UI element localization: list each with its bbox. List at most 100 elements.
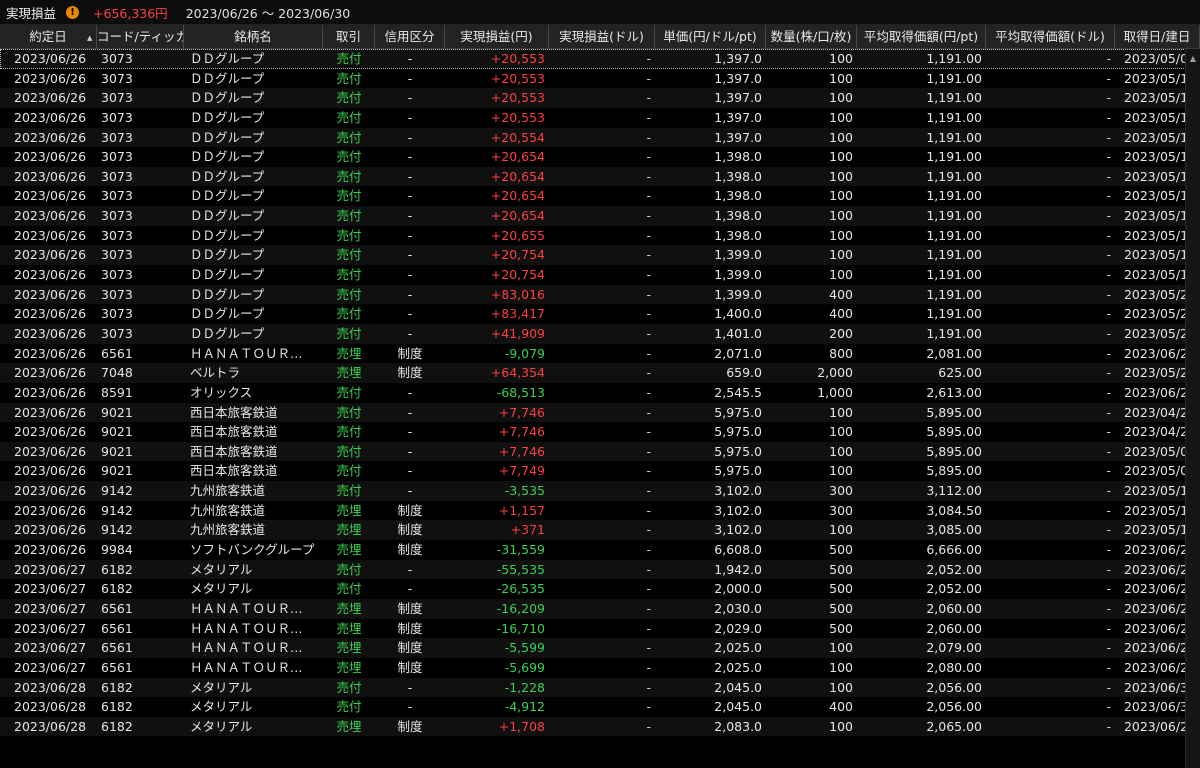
cell-name: 九州旅客鉄道 bbox=[190, 522, 266, 538]
cell-unit-price: 1,398.0 bbox=[714, 227, 762, 243]
cell-unit-price: 1,398.0 bbox=[714, 188, 762, 204]
cell-avg-cost-yen: 5,895.00 bbox=[926, 424, 982, 440]
cell-code: 9142 bbox=[101, 502, 133, 518]
cell-trade-date: 2023/06/26 bbox=[14, 325, 87, 341]
table-row[interactable]: 2023/06/26 3073 ＤＤグループ 売付 - +20,655 - 1,398.0 10… bbox=[0, 225, 1200, 246]
cell-quantity: 100 bbox=[829, 51, 853, 66]
cell-margin-type: - bbox=[407, 561, 413, 577]
cell-pl-usd: - bbox=[646, 561, 651, 577]
table-row[interactable]: 2023/06/27 6561 ＨＡＮＡＴＯＵＲ… 売埋 制度 -16,710 - 2,029… bbox=[0, 618, 1200, 639]
cell-margin-type: - bbox=[407, 483, 413, 499]
cell-avg-cost-usd: - bbox=[1106, 640, 1111, 656]
table-row[interactable]: 2023/06/26 9142 九州旅客鉄道 売埋 制度 +1,157 - 3,102.0 30… bbox=[0, 500, 1200, 521]
column-header-code[interactable]: コード/ティッカー bbox=[97, 25, 184, 48]
column-header-acquired-date[interactable]: 取得日/建日 bbox=[1115, 25, 1200, 48]
table-row[interactable]: 2023/06/26 6561 ＨＡＮＡＴＯＵＲ… 売埋 制度 -9,079 - 2,071.… bbox=[0, 343, 1200, 364]
table-row[interactable]: 2023/06/26 3073 ＤＤグループ 売付 - +20,654 - 1,398.0 10… bbox=[0, 147, 1200, 167]
table-row[interactable]: 2023/06/26 3073 ＤＤグループ 売付 - +20,654 - 1,398.0 10… bbox=[0, 166, 1200, 187]
table-row[interactable]: 2023/06/28 6182 メタリアル 売付 - -4,912 - 2,045.0 400 2… bbox=[0, 697, 1200, 717]
cell-code: 6561 bbox=[101, 640, 133, 656]
column-header-name[interactable]: 銘柄名 bbox=[184, 25, 323, 48]
cell-avg-cost-usd: - bbox=[1106, 483, 1111, 499]
cell-code: 3073 bbox=[101, 149, 133, 165]
table-row[interactable]: 2023/06/26 3073 ＤＤグループ 売付 - +20,754 - 1,399.0 10… bbox=[0, 265, 1200, 285]
column-header-margin-type[interactable]: 信用区分 bbox=[375, 25, 445, 48]
table-row[interactable]: 2023/06/26 8591 オリックス 売付 - -68,513 - 2,545.5 1,0… bbox=[0, 382, 1200, 403]
column-header-trade-date[interactable]: 約定日 ▲ bbox=[0, 25, 97, 48]
column-header-trade[interactable]: 取引 bbox=[323, 25, 375, 48]
cell-trade: 売付 bbox=[336, 483, 362, 499]
cell-pl-usd: - bbox=[646, 699, 651, 715]
cell-code: 3073 bbox=[101, 267, 133, 283]
cell-margin-type: - bbox=[407, 699, 413, 715]
cell-pl-usd: - bbox=[646, 522, 651, 538]
column-header-quantity[interactable]: 数量(株/口/枚) bbox=[766, 25, 857, 48]
table-row[interactable]: 2023/06/28 6182 メタリアル 売付 - -1,228 - 2,045.0 100 2… bbox=[0, 677, 1200, 698]
table-row[interactable]: 2023/06/26 3073 ＤＤグループ 売付 - +20,654 - 1,398.0 10… bbox=[0, 206, 1200, 226]
cell-quantity: 100 bbox=[829, 424, 853, 440]
cell-margin-type: 制度 bbox=[397, 718, 423, 734]
table-row[interactable]: 2023/06/26 9021 西日本旅客鉄道 売付 - +7,746 - 5,975.0 10… bbox=[0, 441, 1200, 462]
cell-avg-cost-yen: 3,112.00 bbox=[926, 483, 982, 499]
column-header-pl-yen[interactable]: 実現損益(円) bbox=[445, 25, 549, 48]
cell-code: 6182 bbox=[101, 718, 133, 734]
cell-avg-cost-yen: 5,895.00 bbox=[926, 404, 982, 420]
vertical-scrollbar[interactable]: ▲ bbox=[1185, 49, 1200, 768]
cell-name: ＨＡＮＡＴＯＵＲ… bbox=[190, 620, 303, 636]
cell-avg-cost-yen: 1,191.00 bbox=[926, 70, 982, 86]
cell-name: ＤＤグループ bbox=[190, 208, 265, 224]
table-row[interactable]: 2023/06/26 9142 九州旅客鉄道 売埋 制度 +371 - 3,102.0 100 3… bbox=[0, 520, 1200, 541]
table-row[interactable]: 2023/06/26 9021 西日本旅客鉄道 売付 - +7,746 - 5,975.0 10… bbox=[0, 402, 1200, 423]
cell-trade: 売埋 bbox=[336, 365, 362, 381]
cell-code: 8591 bbox=[101, 384, 133, 400]
cell-pl-yen: +64,354 bbox=[490, 365, 545, 381]
table-row[interactable]: 2023/06/26 9021 西日本旅客鉄道 売付 - +7,746 - 5,975.0 10… bbox=[0, 422, 1200, 442]
table-header: 約定日▲ コード/ティッカー 銘柄名 取引 信用区分 実現損益(円) 実現損益(… bbox=[0, 25, 1200, 49]
table-row[interactable]: 2023/06/27 6561 ＨＡＮＡＴＯＵＲ… 売埋 制度 -16,209 - 2,030… bbox=[0, 598, 1200, 619]
cell-margin-type: - bbox=[407, 306, 413, 322]
table-row[interactable]: 2023/06/26 3073 ＤＤグループ 売付 - +20,554 - 1,397.0 10… bbox=[0, 127, 1200, 148]
table-row[interactable]: 2023/06/26 9984 ソフトバンクグループ 売埋 制度 -31,559 - 6,60… bbox=[0, 540, 1200, 560]
cell-unit-price: 2,545.5 bbox=[714, 384, 762, 400]
cell-trade: 売付 bbox=[336, 443, 362, 459]
table-row[interactable]: 2023/06/26 3073 ＤＤグループ 売付 - +20,553 - 1,397.0 10… bbox=[0, 49, 1200, 69]
cell-trade: 売埋 bbox=[336, 718, 362, 734]
table-row[interactable]: 2023/06/26 3073 ＤＤグループ 売付 - +20,553 - 1,397.0 10… bbox=[0, 107, 1200, 128]
cell-pl-usd: - bbox=[646, 247, 651, 263]
cell-quantity: 400 bbox=[829, 286, 853, 302]
table-row[interactable]: 2023/06/26 3073 ＤＤグループ 売付 - +20,553 - 1,397.0 10… bbox=[0, 88, 1200, 108]
table-row[interactable]: 2023/06/26 3073 ＤＤグループ 売付 - +41,909 - 1,401.0 20… bbox=[0, 323, 1200, 344]
cell-quantity: 300 bbox=[829, 483, 853, 499]
scroll-up-icon[interactable]: ▲ bbox=[1186, 54, 1200, 63]
cell-unit-price: 3,102.0 bbox=[714, 502, 762, 518]
cell-name: 西日本旅客鉄道 bbox=[190, 463, 278, 479]
date-range[interactable]: 2023/06/26 〜 2023/06/30 bbox=[186, 3, 351, 22]
cell-trade: 売埋 bbox=[336, 502, 362, 518]
table-row[interactable]: 2023/06/28 6182 メタリアル 売埋 制度 +1,708 - 2,083.0 100… bbox=[0, 716, 1200, 737]
warning-icon[interactable]: ! bbox=[66, 5, 80, 19]
table-row[interactable]: 2023/06/27 6561 ＨＡＮＡＴＯＵＲ… 売埋 制度 -5,699 - 2,025.… bbox=[0, 657, 1200, 678]
cell-unit-price: 1,398.0 bbox=[714, 168, 762, 184]
column-header-avg-cost-yen[interactable]: 平均取得価額(円/pt) bbox=[857, 25, 986, 48]
cell-trade: 売付 bbox=[336, 679, 362, 695]
cell-margin-type: 制度 bbox=[397, 659, 423, 675]
table-row[interactable]: 2023/06/26 3073 ＤＤグループ 売付 - +83,016 - 1,399.0 40… bbox=[0, 284, 1200, 305]
cell-pl-yen: +20,655 bbox=[490, 227, 545, 243]
table-row[interactable]: 2023/06/26 9142 九州旅客鉄道 売付 - -3,535 - 3,102.0 300… bbox=[0, 481, 1200, 501]
table-row[interactable]: 2023/06/26 3073 ＤＤグループ 売付 - +20,553 - 1,397.0 10… bbox=[0, 68, 1200, 89]
table-row[interactable]: 2023/06/27 6561 ＨＡＮＡＴＯＵＲ… 売埋 制度 -5,599 - 2,025.… bbox=[0, 638, 1200, 658]
cell-trade-date: 2023/06/26 bbox=[14, 286, 87, 302]
table-row[interactable]: 2023/06/26 3073 ＤＤグループ 売付 - +20,754 - 1,399.0 10… bbox=[0, 245, 1200, 266]
table-row[interactable]: 2023/06/26 3073 ＤＤグループ 売付 - +83,417 - 1,400.0 40… bbox=[0, 304, 1200, 324]
table-row[interactable]: 2023/06/26 9021 西日本旅客鉄道 売付 - +7,749 - 5,975.0 10… bbox=[0, 461, 1200, 482]
column-header-avg-cost-usd[interactable]: 平均取得価額(ドル) bbox=[986, 25, 1115, 48]
cell-trade: 売付 bbox=[336, 247, 362, 263]
cell-avg-cost-usd: - bbox=[1106, 404, 1111, 420]
table-row[interactable]: 2023/06/26 7048 ベルトラ 売埋 制度 +64,354 - 659.0 2,000… bbox=[0, 363, 1200, 383]
table-row[interactable]: 2023/06/26 3073 ＤＤグループ 売付 - +20,654 - 1,398.0 10… bbox=[0, 186, 1200, 207]
table-row[interactable]: 2023/06/27 6182 メタリアル 売付 - -55,535 - 1,942.0 500… bbox=[0, 559, 1200, 580]
table-row[interactable]: 2023/06/27 6182 メタリアル 売付 - -26,535 - 2,000.0 500… bbox=[0, 579, 1200, 599]
column-header-pl-usd[interactable]: 実現損益(ドル) bbox=[549, 25, 655, 48]
column-header-unit-price[interactable]: 単価(円/ドル/pt) bbox=[655, 25, 766, 48]
cell-avg-cost-yen: 2,613.00 bbox=[926, 384, 982, 400]
